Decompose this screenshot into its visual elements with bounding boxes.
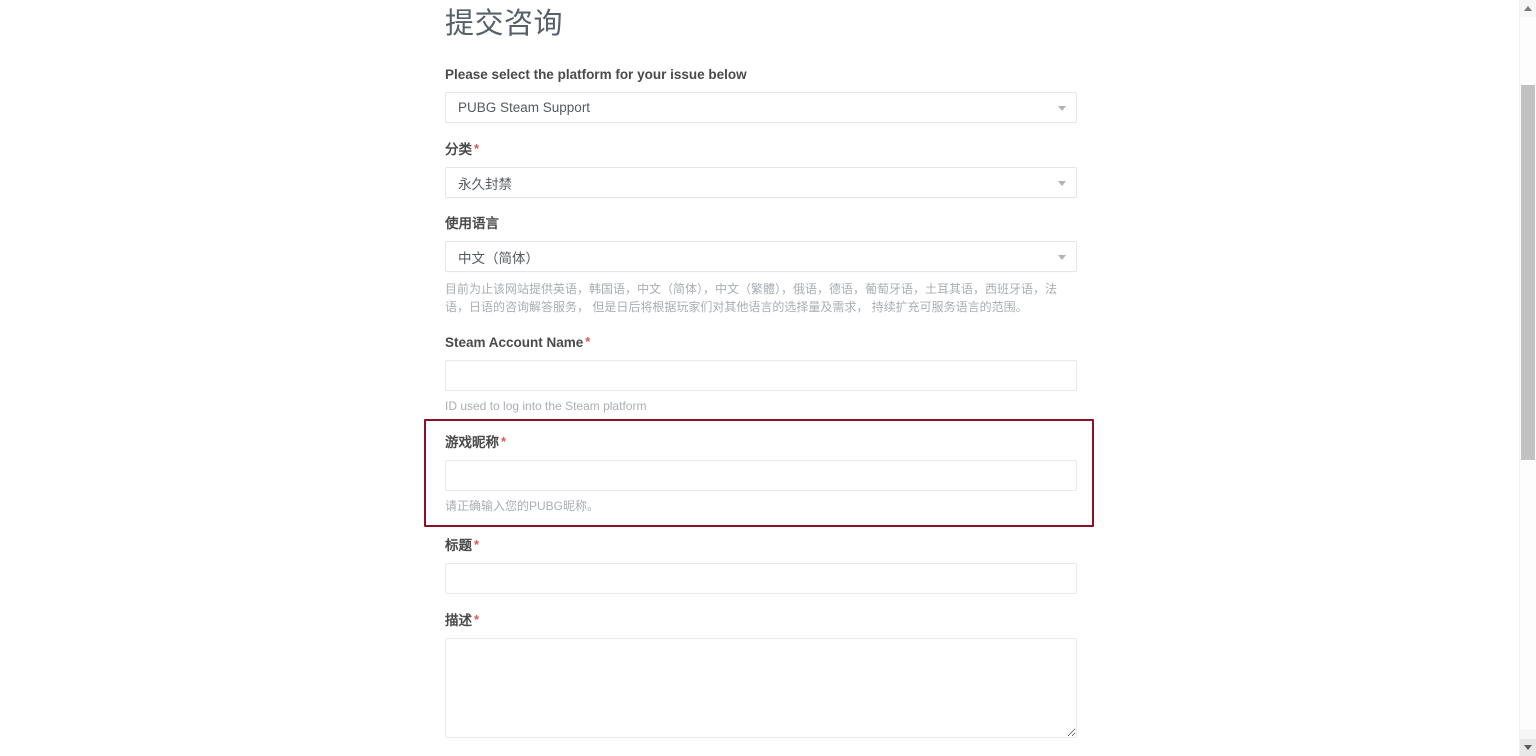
steam-account-name-label: Steam Account Name * <box>445 333 1077 352</box>
scroll-up-arrow-icon[interactable] <box>1520 0 1536 17</box>
category-label-text: 分类 <box>445 142 472 157</box>
scrollbar-track-bottom[interactable] <box>1520 729 1536 739</box>
triangle-down-icon <box>1524 745 1532 750</box>
required-asterisk: * <box>474 537 480 552</box>
field-subject: 标题 * <box>445 536 1077 594</box>
language-select[interactable]: 中文（简体） <box>445 241 1077 272</box>
page-scrollbar[interactable] <box>1519 0 1536 756</box>
required-asterisk: * <box>585 334 591 349</box>
scrollbar-thumb[interactable] <box>1521 85 1535 460</box>
field-language: 使用语言 中文（简体） 目前为止该网站提供英语，韩国语，中文（简体），中文（繁體… <box>445 215 1077 316</box>
field-steam-account-name: Steam Account Name * ID used to log into … <box>445 333 1077 416</box>
language-hint: 目前为止该网站提供英语，韩国语，中文（简体），中文（繁體），俄语，德语，葡萄牙语… <box>445 282 1058 314</box>
field-category: 分类 * 永久封禁 <box>445 140 1077 198</box>
steam-account-name-label-text: Steam Account Name <box>445 335 584 350</box>
steam-account-name-input[interactable] <box>445 360 1077 391</box>
platform-label: Please select the platform for your issu… <box>445 67 747 82</box>
language-label: 使用语言 <box>445 216 499 231</box>
field-platform: Please select the platform for your issu… <box>445 66 1077 123</box>
triangle-up-icon <box>1524 6 1532 11</box>
chevron-down-icon <box>1058 180 1066 186</box>
game-nickname-hint: 请正确输入您的PUBG昵称。 <box>445 498 600 513</box>
field-game-nickname: 游戏昵称 * 请正确输入您的PUBG昵称。 <box>424 418 1094 527</box>
subject-label-text: 标题 <box>445 538 472 553</box>
category-label: 分类 * <box>445 140 1077 159</box>
game-nickname-input[interactable] <box>445 459 1077 491</box>
platform-select[interactable]: PUBG Steam Support <box>445 92 1077 123</box>
chevron-down-icon <box>1058 105 1066 111</box>
page-root: 提交咨询 Please select the platform for your… <box>0 0 1536 756</box>
language-select-value: 中文（简体） <box>458 250 539 266</box>
description-textarea[interactable] <box>445 638 1077 738</box>
chevron-down-icon <box>1058 254 1066 260</box>
page-title: 提交咨询 <box>445 8 564 40</box>
support-request-form: 提交咨询 Please select the platform for your… <box>424 0 1094 738</box>
required-asterisk: * <box>474 612 480 627</box>
description-label-text: 描述 <box>445 613 472 628</box>
scroll-down-arrow-icon[interactable] <box>1520 739 1536 756</box>
steam-account-name-hint: ID used to log into the Steam platform <box>445 399 647 413</box>
field-description: 描述 * <box>445 611 1077 738</box>
subject-label: 标题 * <box>445 536 1077 555</box>
category-select[interactable]: 永久封禁 <box>445 167 1077 198</box>
platform-select-value: PUBG Steam Support <box>458 100 591 115</box>
required-asterisk: * <box>474 141 480 156</box>
subject-input[interactable] <box>445 563 1077 594</box>
category-select-value: 永久封禁 <box>458 176 512 192</box>
game-nickname-label: 游戏昵称 * <box>445 433 1077 452</box>
description-label: 描述 * <box>445 611 1077 630</box>
game-nickname-label-text: 游戏昵称 <box>445 434 499 450</box>
required-asterisk: * <box>501 433 507 449</box>
